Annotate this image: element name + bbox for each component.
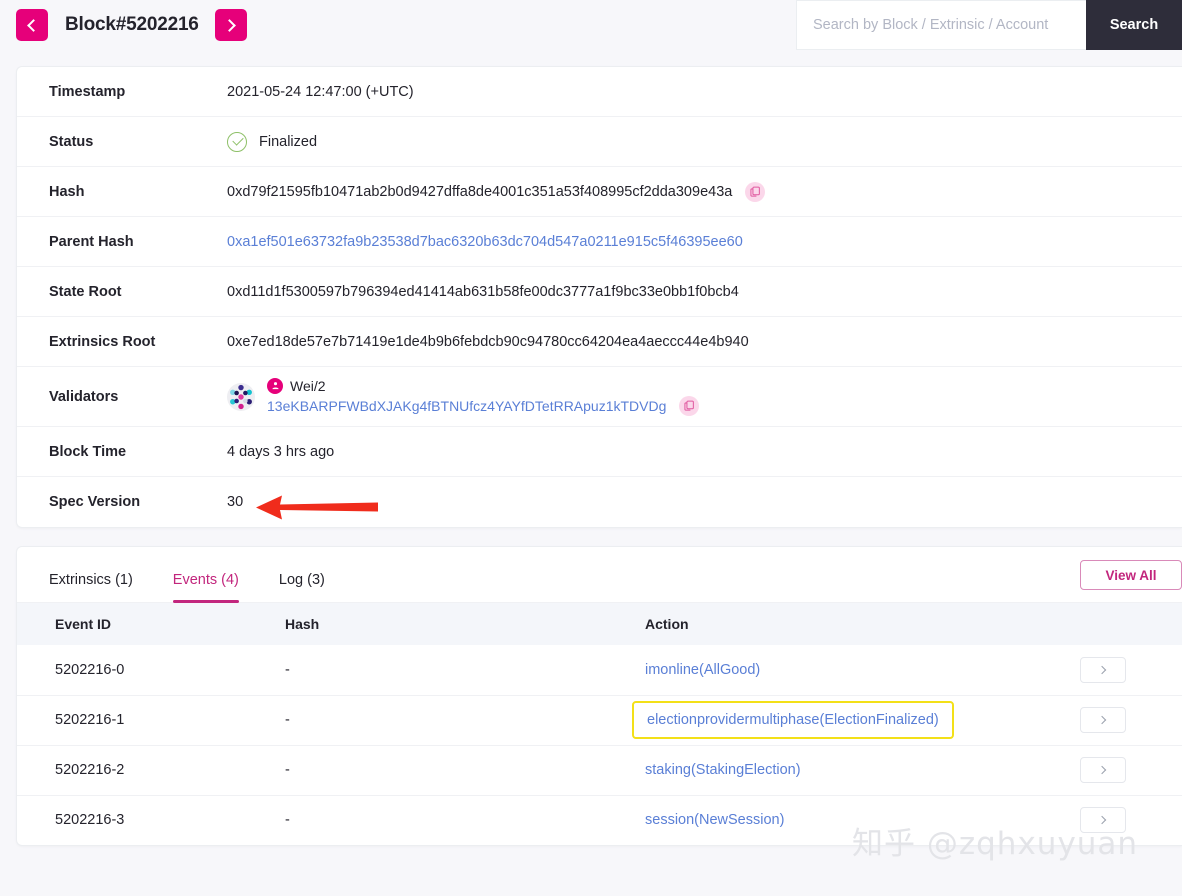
validator-badge-icon: [267, 377, 283, 394]
status-badge: Finalized: [259, 133, 318, 150]
column-header-event-id: Event ID: [17, 603, 275, 645]
cell-detail: [1070, 695, 1182, 746]
events-card: Extrinsics (1) Events (4) Log (3) View A…: [16, 546, 1182, 846]
detail-row-status: Status Finalized: [17, 117, 1182, 167]
cell-event-id: 5202216-0: [17, 645, 275, 696]
search-bar: Search: [796, 0, 1182, 50]
cell-hash: -: [275, 645, 635, 696]
cell-action: electionprovidermultiphase(ElectionFinal…: [632, 695, 1070, 746]
column-header-action: Action: [635, 603, 1070, 645]
detail-value-hash: 0xd79f21595fb10471ab2b0d9427dffa8de4001c…: [227, 181, 766, 202]
tab-extrinsics[interactable]: Extrinsics (1): [49, 572, 133, 602]
tab-events[interactable]: Events (4): [172, 572, 239, 603]
cell-hash: -: [285, 812, 290, 829]
page-title: Block#5202216: [65, 14, 199, 35]
cell-detail: [1070, 745, 1182, 796]
detail-row-hash: Hash 0xd79f21595fb10471ab2b0d9427dffa8de…: [17, 167, 1182, 217]
cell-hash: -: [275, 745, 635, 796]
validator-identicon: [227, 382, 255, 411]
parent-hash-link[interactable]: 0xa1ef501e63732fa9b23538d7bac6320b63dc70…: [227, 234, 743, 250]
column-header-hash: Hash: [275, 603, 635, 645]
event-action-link[interactable]: staking(StakingElection): [645, 762, 801, 778]
search-input[interactable]: [796, 0, 1086, 50]
row-detail-button[interactable]: [1080, 707, 1126, 733]
tab-log[interactable]: Log (3): [279, 572, 325, 602]
view-all-button[interactable]: View All: [1080, 560, 1182, 590]
detail-label: State Root: [49, 283, 122, 300]
detail-row-timestamp: Timestamp 2021-05-24 12:47:00 (+UTC): [17, 67, 1182, 117]
detail-label: Timestamp: [49, 83, 126, 100]
detail-value-status: Finalized: [227, 131, 318, 152]
chevron-right-icon: [1097, 665, 1107, 674]
block-hash-text: 0xd79f21595fb10471ab2b0d9427dffa8de4001c…: [227, 183, 733, 200]
column-header-detail: [1070, 603, 1182, 645]
validator-info: Wei/2 13eKBARPFWBdXJAKg4fBTNUfcz4YAYfDTe…: [267, 377, 700, 416]
highlight-box: electionprovidermultiphase(ElectionFinal…: [632, 701, 954, 739]
chevron-left-icon: [27, 18, 40, 32]
cell-event-id: 5202216-1: [17, 695, 275, 746]
event-action-link[interactable]: session(NewSession): [645, 812, 784, 828]
cell-action: staking(StakingElection): [635, 745, 1070, 796]
chevron-right-icon: [1097, 816, 1107, 825]
detail-row-validators: Validators Wei/2 13eKBARPFWBdXJAKg4fBTNU…: [17, 367, 1182, 427]
copy-icon[interactable]: [679, 395, 700, 416]
event-action-link[interactable]: electionprovidermultiphase(ElectionFinal…: [647, 712, 939, 728]
cell-action: session(NewSession): [635, 795, 1070, 845]
table-row: 5202216-2 - staking(StakingElection): [17, 745, 1182, 796]
detail-label: Extrinsics Root: [49, 333, 156, 350]
detail-value-validators: Wei/2 13eKBARPFWBdXJAKg4fBTNUfcz4YAYfDTe…: [227, 377, 700, 416]
detail-label: Status: [49, 133, 94, 150]
validator-address-link[interactable]: 13eKBARPFWBdXJAKg4fBTNUfcz4YAYfDTetRRApu…: [267, 398, 666, 414]
detail-label: Validators: [49, 388, 119, 405]
detail-value-parent-hash: 0xa1ef501e63732fa9b23538d7bac6320b63dc70…: [227, 234, 743, 250]
detail-label: Spec Version: [49, 494, 141, 510]
row-detail-button[interactable]: [1080, 757, 1126, 783]
tabs-bar: Extrinsics (1) Events (4) Log (3) View A…: [17, 547, 1182, 603]
cell-detail: [1070, 795, 1182, 845]
detail-row-extrinsics-root: Extrinsics Root 0xe7ed18de57e7b71419e1de…: [17, 317, 1182, 367]
detail-row-spec-version: Spec Version 30: [17, 477, 1182, 527]
chevron-right-icon: [1097, 765, 1107, 775]
page-header: Block#5202216 Search: [0, 0, 1182, 50]
next-block-button[interactable]: [214, 9, 247, 41]
table-row: 5202216-3 - session(NewSession): [17, 795, 1182, 845]
detail-row-state-root: State Root 0xd11d1f5300597b796394ed41414…: [17, 267, 1182, 317]
detail-row-parent-hash: Parent Hash 0xa1ef501e63732fa9b23538d7ba…: [17, 217, 1182, 267]
row-detail-button[interactable]: [1080, 807, 1126, 834]
previous-block-button[interactable]: [16, 9, 48, 41]
events-table: Event ID Hash Action 5202216-0 - imonlin…: [17, 603, 1182, 845]
validator-cell: Wei/2 13eKBARPFWBdXJAKg4fBTNUfcz4YAYfDTe…: [227, 377, 700, 416]
detail-value-state-root: 0xd11d1f5300597b796394ed41414ab631b58fe0…: [227, 283, 739, 300]
detail-label: Hash: [49, 183, 85, 200]
cell-action: imonline(AllGood): [635, 645, 1070, 696]
cell-event-id: 5202216-3: [55, 812, 125, 829]
validator-name: Wei/2: [290, 377, 326, 394]
table-row: 5202216-1 - electionprovidermultiphase(E…: [17, 695, 1182, 746]
detail-value-spec-version: 30: [227, 494, 244, 510]
search-button[interactable]: Search: [1086, 0, 1182, 50]
check-circle-icon: [227, 131, 247, 152]
detail-value-extrinsics-root: 0xe7ed18de57e7b71419e1de4b9b6febdcb90c94…: [227, 333, 749, 350]
chevron-right-icon: [222, 18, 236, 32]
copy-icon[interactable]: [745, 181, 766, 202]
detail-value-timestamp: 2021-05-24 12:47:00 (+UTC): [227, 83, 414, 100]
row-detail-button[interactable]: [1080, 656, 1126, 683]
table-row: 5202216-0 - imonline(AllGood): [17, 645, 1182, 696]
event-action-link[interactable]: imonline(AllGood): [645, 662, 760, 678]
detail-value-block-time: 4 days 3 hrs ago: [227, 443, 335, 460]
chevron-right-icon: [1097, 715, 1107, 725]
block-detail-card: Timestamp 2021-05-24 12:47:00 (+UTC) Sta…: [16, 66, 1182, 528]
validator-name-line: Wei/2: [267, 377, 699, 394]
detail-label: Block Time: [49, 443, 127, 460]
cell-event-id: 5202216-2: [17, 745, 275, 796]
detail-row-block-time: Block Time 4 days 3 hrs ago: [17, 427, 1182, 477]
cell-detail: [1070, 645, 1182, 696]
cell-hash: -: [275, 695, 635, 746]
detail-label: Parent Hash: [49, 233, 134, 250]
table-header-row: Event ID Hash Action: [17, 603, 1182, 645]
validator-address-line: 13eKBARPFWBdXJAKg4fBTNUfcz4YAYfDTetRRApu…: [267, 395, 700, 416]
